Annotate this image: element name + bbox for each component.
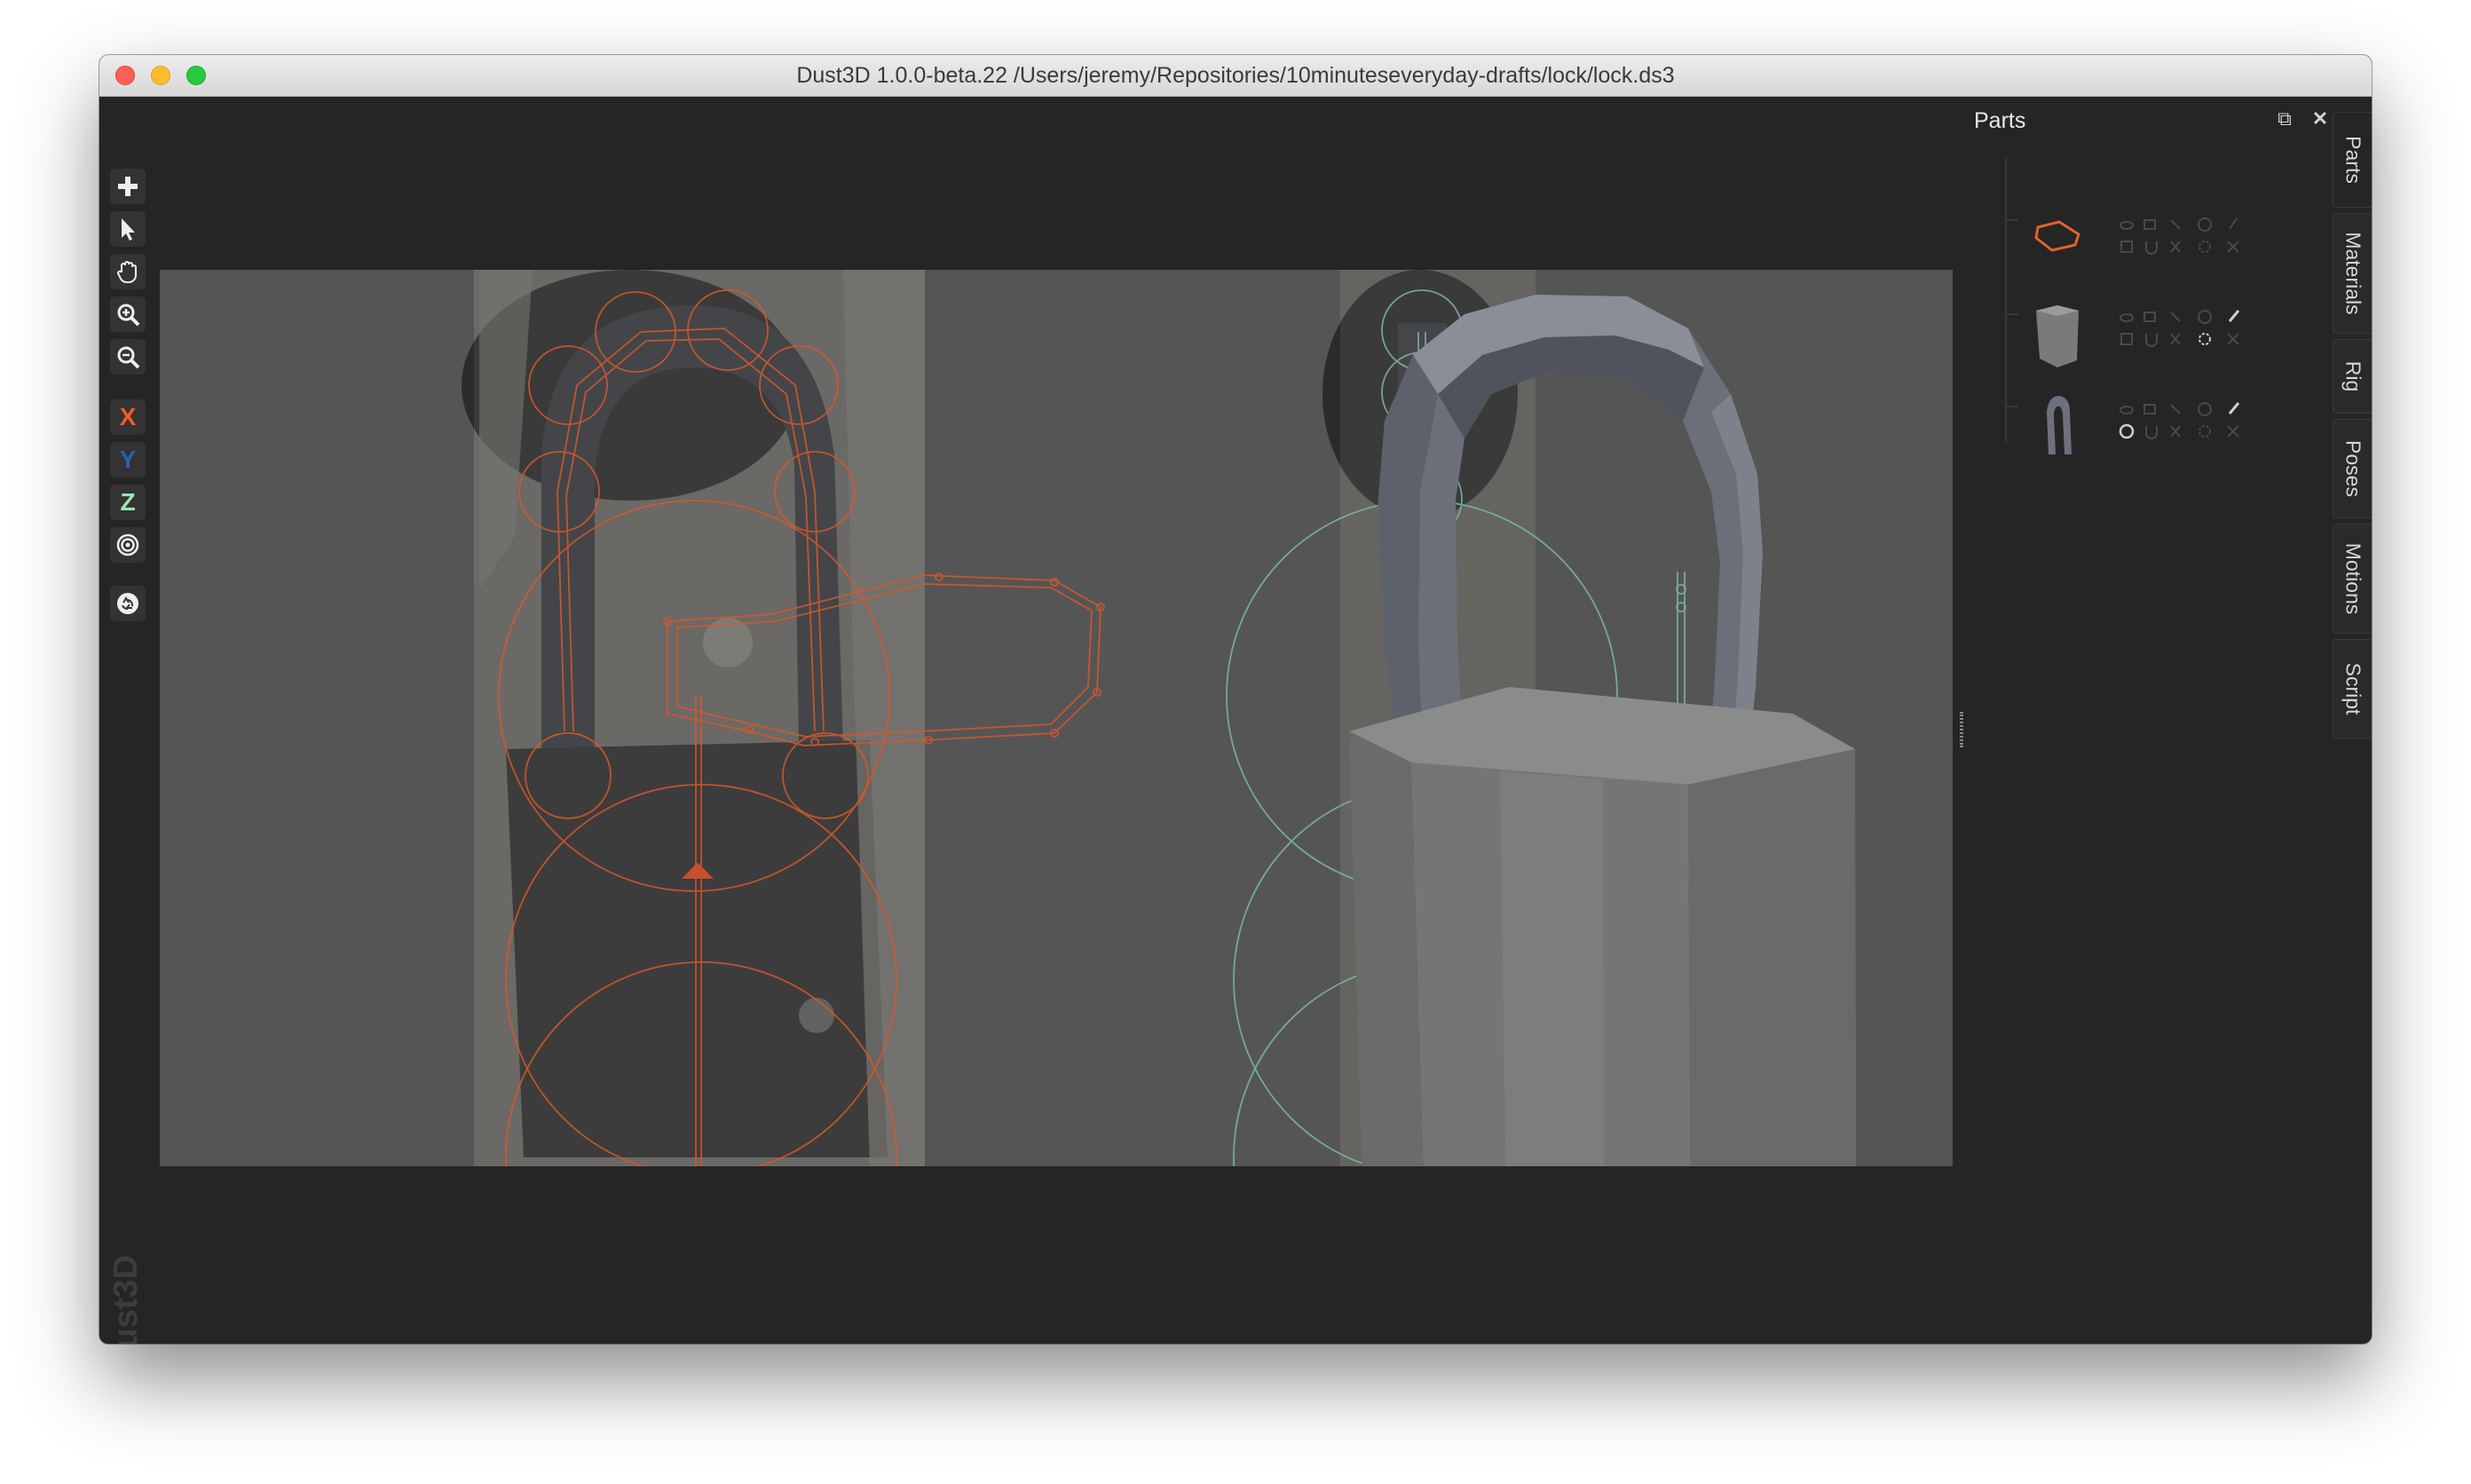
select-button[interactable] (110, 211, 146, 247)
tab-rig[interactable]: Rig (2333, 339, 2372, 414)
zoom-in-icon (117, 304, 140, 327)
part-item-shackle[interactable] (2017, 385, 2283, 465)
part-item-cross-section[interactable] (2017, 201, 2283, 280)
add-button[interactable] (110, 169, 146, 204)
part-tool-icons[interactable] (2118, 305, 2278, 359)
part-thumbnail (2047, 396, 2072, 454)
target-icon (116, 533, 139, 556)
tab-motions[interactable]: Motions (2333, 524, 2372, 634)
front-reference-image (462, 270, 925, 1166)
part-thumbnail (2034, 220, 2080, 252)
viewport-drawing[interactable] (160, 270, 1953, 1166)
radius-lock-button[interactable] (110, 527, 146, 563)
part-item-lock-body[interactable] (2017, 293, 2283, 373)
regenerate-button[interactable] (110, 586, 146, 621)
tab-parts[interactable]: Parts (2333, 112, 2372, 208)
hand-icon (117, 261, 137, 284)
zoom-out-button[interactable] (110, 339, 146, 375)
tab-script[interactable]: Script (2333, 639, 2372, 738)
zoom-out-icon (117, 346, 140, 369)
part-tool-icons[interactable] (2118, 398, 2278, 451)
side-tabs: Parts Materials Rig Poses Motions Script (2329, 112, 2372, 822)
app-window: Dust3D 1.0.0-beta.22 /Users/jeremy/Repos… (99, 55, 2372, 1344)
tab-poses[interactable]: Poses (2333, 419, 2372, 518)
x-axis-lock-button[interactable]: X (110, 399, 146, 435)
zoom-in-button[interactable] (110, 296, 146, 332)
recycle-icon (117, 593, 138, 614)
part-tool-icons[interactable] (2118, 213, 2278, 266)
part-thumbnail (2036, 305, 2079, 367)
svg-text:Dust3D: Dust3D (107, 1255, 145, 1344)
window-title: Dust3D 1.0.0-beta.22 /Users/jeremy/Repos… (796, 63, 1675, 88)
title-bar: Dust3D 1.0.0-beta.22 /Users/jeremy/Repos… (99, 55, 2372, 97)
pan-button[interactable] (110, 254, 146, 289)
parts-panel: Parts ⧉ ✕ (1962, 96, 2372, 1344)
parts-panel-title: Parts (1974, 108, 2026, 133)
z-axis-lock-button[interactable]: Z (110, 485, 146, 520)
dust3d-watermark: Dust3D (107, 1255, 145, 1344)
reference-canvas[interactable] (160, 270, 1953, 1166)
float-panel-icon[interactable]: ⧉ (2274, 108, 2295, 130)
close-panel-icon[interactable]: ✕ (2309, 108, 2331, 130)
padlock-3d-model[interactable] (1349, 295, 1857, 1166)
plus-icon (118, 177, 138, 196)
tab-materials[interactable]: Materials (2333, 213, 2372, 334)
y-axis-lock-button[interactable]: Y (110, 442, 146, 478)
pointer-icon (122, 218, 135, 241)
